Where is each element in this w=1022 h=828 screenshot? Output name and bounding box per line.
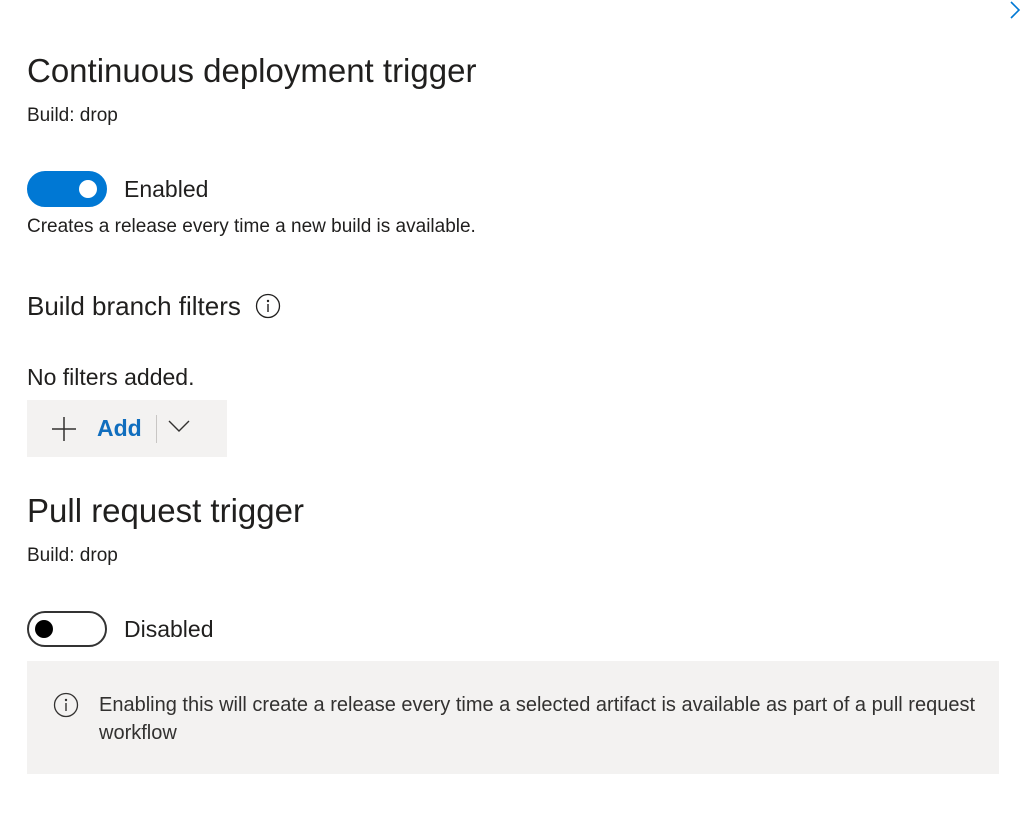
- add-filter-label: Add: [97, 415, 142, 441]
- cd-trigger-title: Continuous deployment trigger: [27, 52, 477, 89]
- cd-trigger-toggle-label: Enabled: [124, 176, 209, 202]
- chevron-right-icon[interactable]: [1008, 0, 1022, 22]
- info-icon[interactable]: [255, 293, 281, 319]
- add-filter-split-button: Add: [27, 400, 227, 457]
- pr-trigger-build-label: Build: drop: [27, 545, 118, 566]
- plus-icon: [49, 414, 79, 444]
- pr-trigger-toggle[interactable]: [27, 611, 107, 647]
- pr-trigger-toggle-label: Disabled: [124, 616, 214, 642]
- pr-trigger-info-text: Enabling this will create a release ever…: [99, 694, 976, 744]
- branch-filters-heading: Build branch filters: [27, 289, 281, 323]
- add-filter-button[interactable]: Add: [27, 400, 156, 457]
- branch-filters-title: Build branch filters: [27, 291, 241, 321]
- cd-trigger-build-label: Build: drop: [27, 105, 118, 126]
- trigger-settings-panel: Continuous deployment trigger Build: dro…: [0, 0, 1022, 828]
- pr-trigger-title: Pull request trigger: [27, 492, 304, 529]
- cd-trigger-description: Creates a release every time a new build…: [27, 216, 476, 237]
- no-filters-text: No filters added.: [27, 364, 195, 390]
- toggle-knob: [79, 180, 97, 198]
- cd-trigger-toggle[interactable]: [27, 171, 107, 207]
- toggle-knob: [35, 620, 53, 638]
- chevron-down-icon: [167, 419, 191, 438]
- pr-trigger-info-message: Enabling this will create a release ever…: [27, 661, 999, 774]
- add-filter-dropdown-button[interactable]: [157, 400, 201, 457]
- info-icon: [53, 692, 79, 718]
